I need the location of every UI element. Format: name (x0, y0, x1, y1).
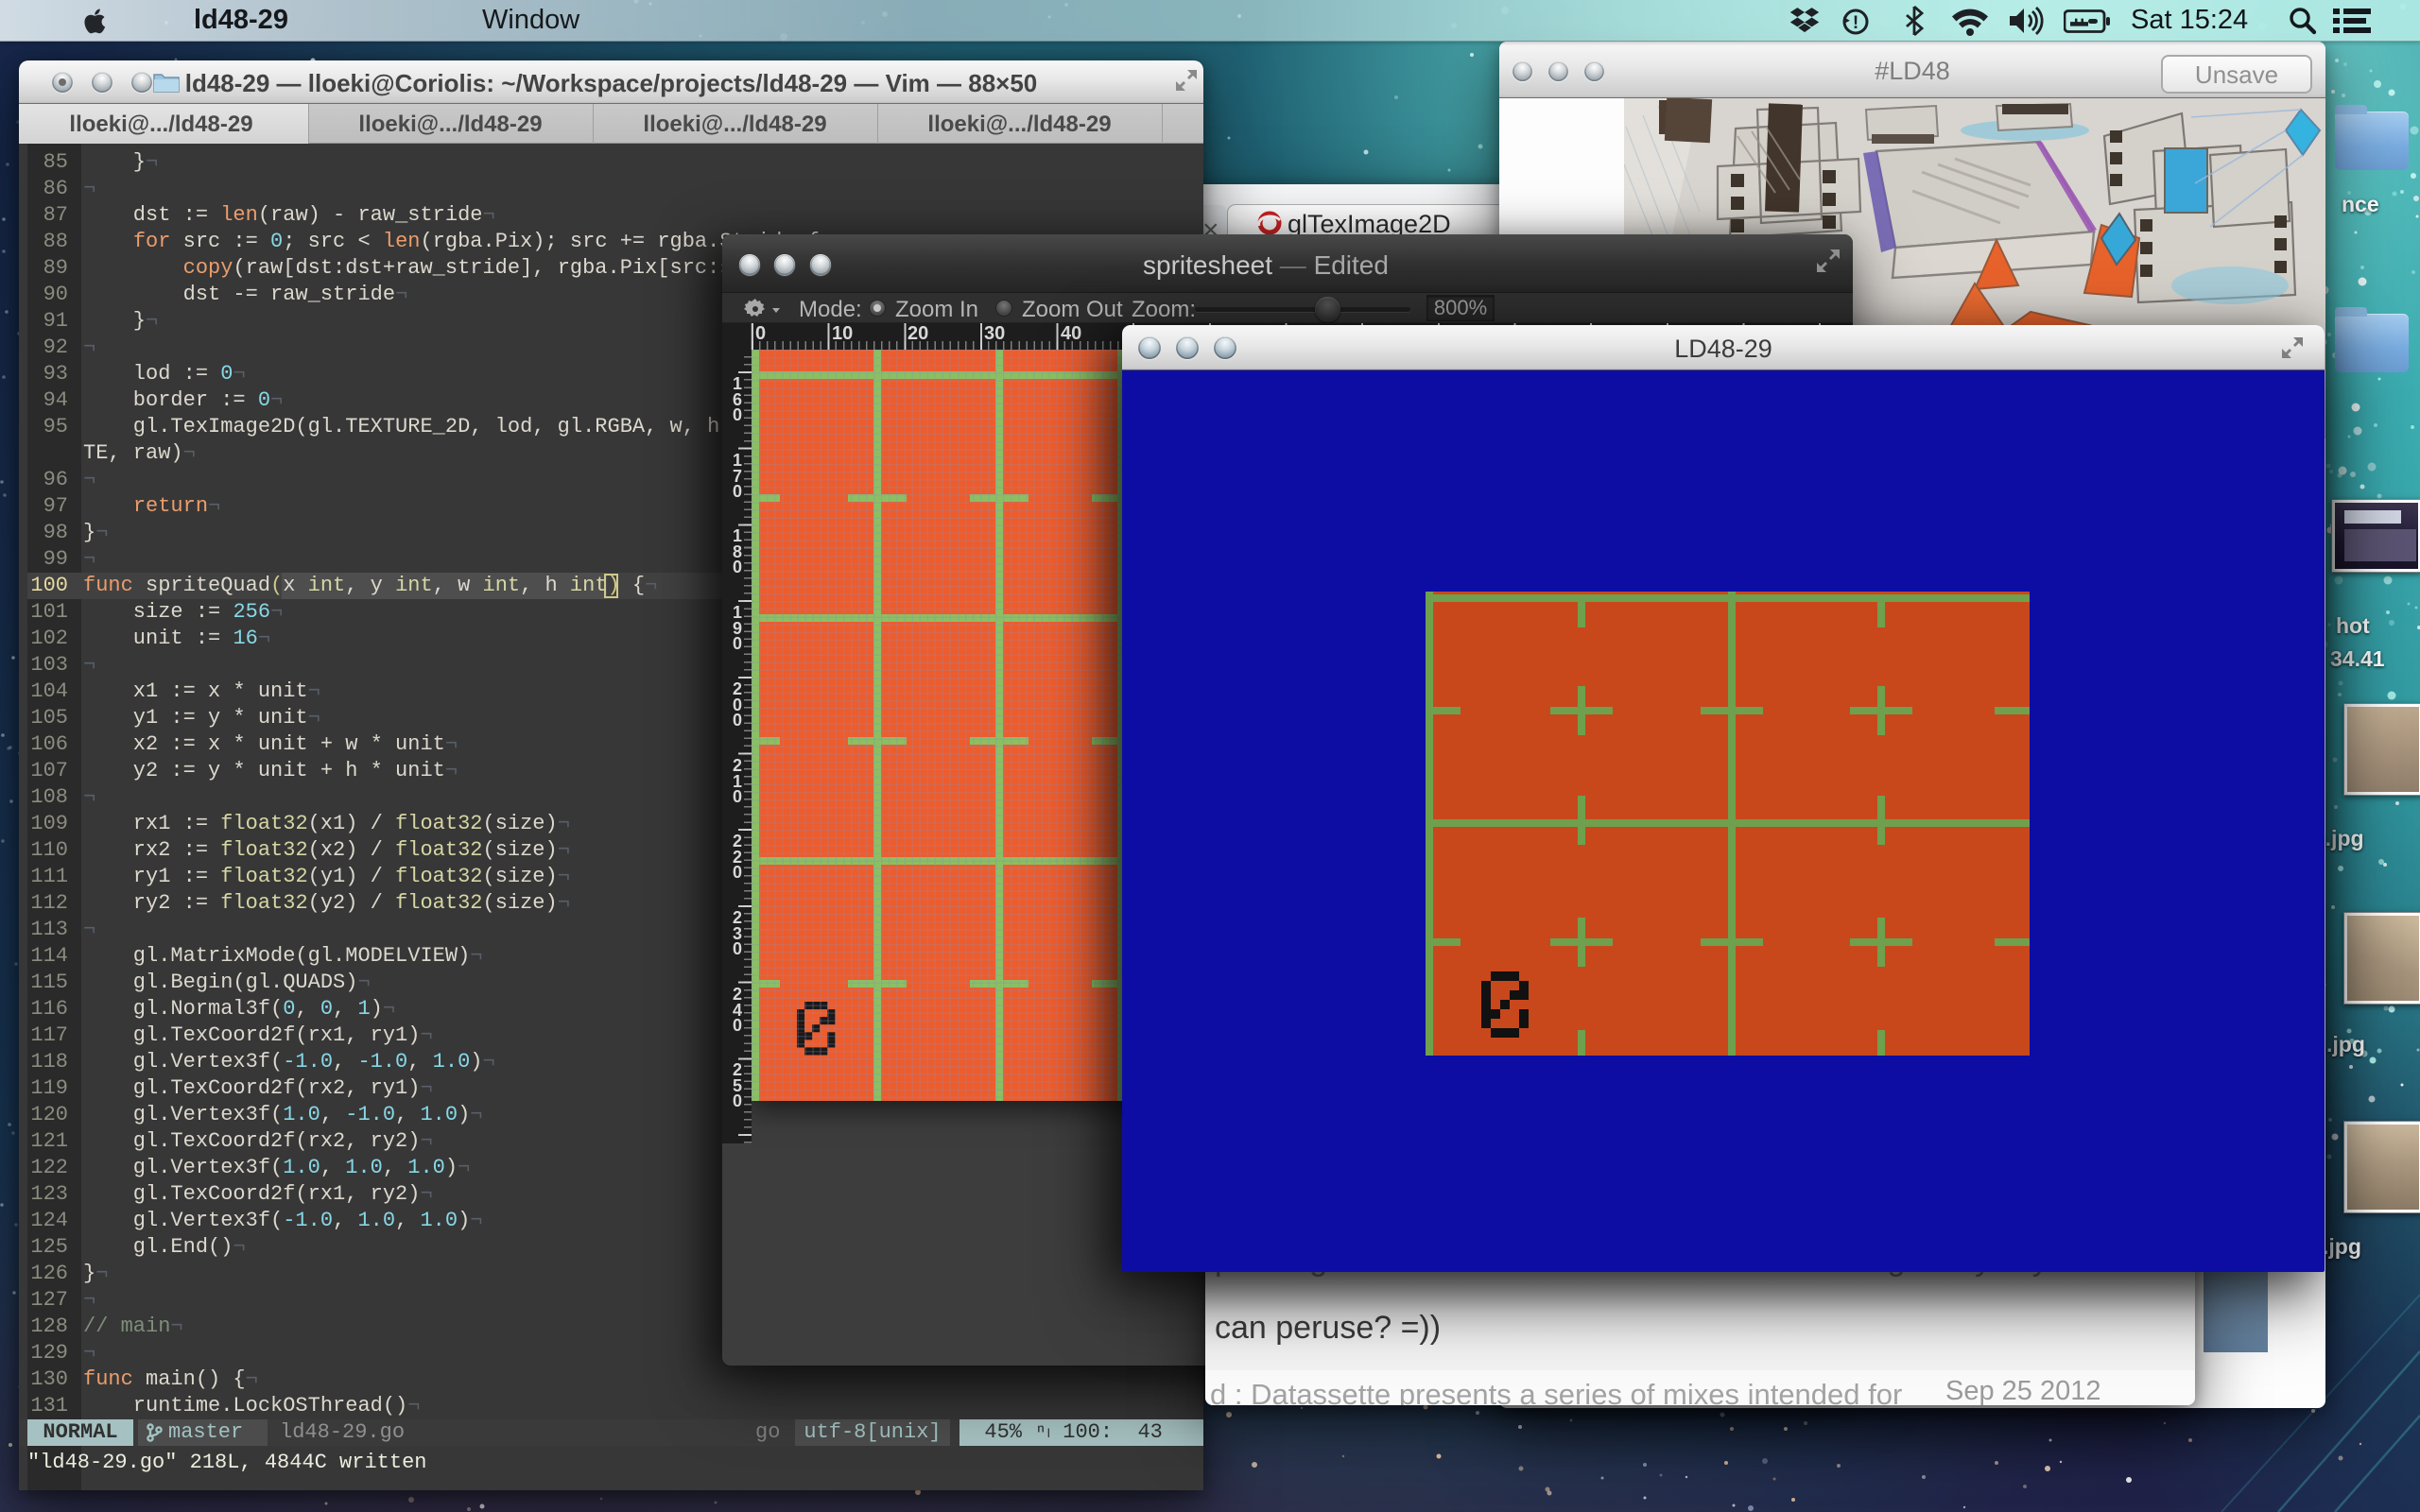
svg-text:!: ! (1853, 13, 1858, 33)
